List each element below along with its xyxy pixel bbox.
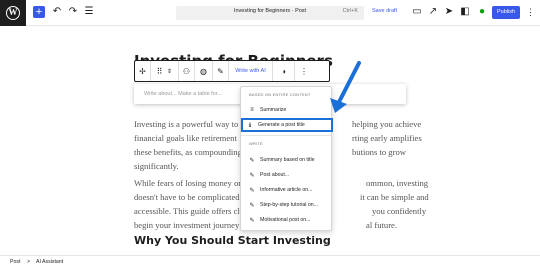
title-icon: ℹ: [248, 122, 252, 129]
group-label-write: WRITE: [249, 141, 263, 146]
block-breadcrumb-bar: Post > AI Assistant: [0, 255, 540, 267]
paragraph-line: rting early amplifies: [352, 133, 422, 143]
more-options-icon[interactable]: ⋮: [526, 6, 535, 18]
globe-icon[interactable]: ◍: [195, 61, 213, 81]
pencil-icon: ✎: [249, 172, 255, 179]
save-draft-button[interactable]: Save draft: [372, 8, 397, 14]
pencil-icon[interactable]: ✎: [213, 61, 229, 81]
breadcrumb-post[interactable]: Post: [10, 259, 20, 265]
drag-handle-icon[interactable]: ⠿: [155, 67, 165, 76]
redo-icon[interactable]: ↷: [67, 6, 79, 18]
paragraph-line: you confidently: [372, 206, 427, 216]
menu-item-summarize[interactable]: ≡ Summarize: [245, 105, 329, 115]
pencil-icon: ✎: [249, 202, 255, 209]
pencil-icon: ✎: [249, 157, 255, 164]
paragraph-line: al future.: [366, 220, 398, 230]
menu-item-label: Summarize: [260, 107, 287, 113]
add-block-button[interactable]: +: [33, 6, 45, 18]
pencil-icon: ✎: [249, 187, 255, 194]
menu-item-label: Summary based on title: [260, 157, 315, 163]
preview-icon[interactable]: ▭: [411, 6, 423, 18]
jetpack-send-icon[interactable]: ➤: [443, 6, 455, 18]
pencil-icon: ✎: [249, 217, 255, 224]
section-heading[interactable]: Why You Should Start Investing: [134, 234, 331, 247]
jetpack-icon[interactable]: ●: [476, 6, 488, 18]
write-with-ai-button[interactable]: Write with AI: [229, 61, 273, 81]
menu-item-motivational-post[interactable]: ✎ Motivational post on...: [245, 215, 329, 225]
menu-item-informative-article[interactable]: ✎ Informative article on...: [245, 185, 329, 195]
wordpress-logo-icon[interactable]: W: [0, 0, 26, 26]
paragraph-line: ommon, investing: [366, 178, 429, 188]
drag-move-handle[interactable]: ⠿ ⇕: [151, 61, 179, 81]
menu-item-label: Generate a post title: [258, 122, 305, 128]
command-palette-button[interactable]: Investing for Beginners · Post Ctrl+K: [176, 6, 364, 20]
publish-button[interactable]: Publish: [492, 6, 520, 19]
view-post-icon[interactable]: ↗: [427, 6, 439, 18]
paragraph-line: butions to grow: [352, 147, 406, 157]
menu-item-summary-based-on-title[interactable]: ✎ Summary based on title: [245, 155, 329, 165]
settings-icon[interactable]: ◧: [459, 6, 471, 18]
menu-item-post-about[interactable]: ✎ Post about...: [245, 170, 329, 180]
editor-topbar: W + ↶ ↷ ☰ Investing for Beginners · Post…: [0, 0, 540, 26]
menu-item-label: Step-by-step tutorial on...: [260, 202, 318, 208]
menu-item-generate-title[interactable]: ℹ Generate a post title: [241, 118, 333, 132]
menu-item-label: Informative article on...: [260, 187, 313, 193]
document-title: Investing for Beginners · Post: [233, 8, 307, 14]
annotation-arrow-icon: [330, 61, 361, 113]
ai-assistant-block-icon[interactable]: ✢: [135, 61, 151, 81]
block-toolbar: ✢ ⠿ ⇕ ⚇ ◍ ✎ Write with AI ◑ ⋮: [134, 60, 330, 82]
undo-icon[interactable]: ↶: [51, 6, 63, 18]
block-options-icon[interactable]: ⋮: [295, 61, 313, 81]
paragraph-line: helping you achieve: [352, 119, 422, 129]
paragraph-line: it can be simple and: [360, 192, 429, 202]
menu-item-label: Motivational post on...: [260, 217, 311, 223]
user-icon[interactable]: ⚇: [179, 61, 195, 81]
menu-item-label: Post about...: [260, 172, 290, 178]
group-label-content: BASED ON ENTIRE CONTENT: [249, 92, 311, 97]
toggle-icon[interactable]: ◑: [273, 61, 295, 81]
shortcut-hint: Ctrl+K: [342, 8, 358, 14]
menu-divider: [241, 135, 331, 136]
breadcrumb-ai-assistant[interactable]: AI Assistant: [36, 259, 63, 265]
move-up-down-icon[interactable]: ⇕: [165, 68, 175, 75]
document-overview-icon[interactable]: ☰: [83, 6, 95, 18]
breadcrumb-separator-icon: >: [27, 259, 31, 265]
summarize-icon: ≡: [250, 107, 254, 113]
menu-item-step-by-step-tutorial[interactable]: ✎ Step-by-step tutorial on...: [245, 200, 329, 210]
ai-prompt-input[interactable]: [144, 89, 234, 99]
